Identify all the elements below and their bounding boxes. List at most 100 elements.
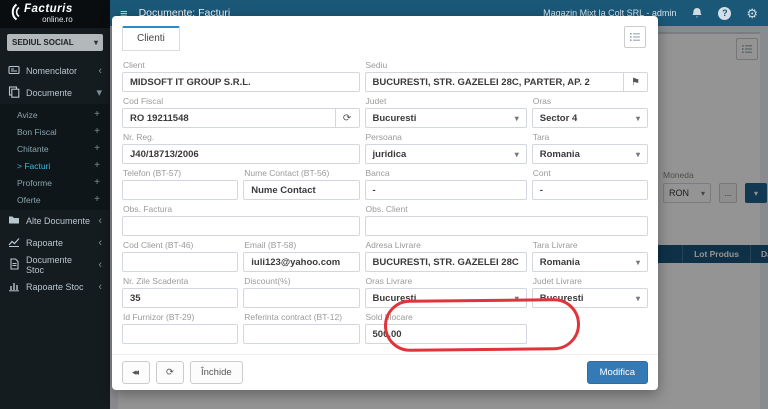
cont-input[interactable]: - xyxy=(532,180,648,200)
sidebar-item-bon-fiscal[interactable]: Bon Fiscal + xyxy=(0,123,110,140)
logo-title: Facturis xyxy=(24,4,73,16)
sidebar-item-chitante[interactable]: Chitante + xyxy=(0,140,110,157)
field-label: Judet xyxy=(366,96,527,106)
oras-select[interactable]: Sector 4▾ xyxy=(532,108,648,128)
chevron-left-icon: ‹ xyxy=(98,66,102,77)
persoana-select[interactable]: juridica▾ xyxy=(365,144,527,164)
field-telefon: Telefon (BT-57) xyxy=(122,165,238,201)
banca-input[interactable]: - xyxy=(365,180,527,200)
help-icon[interactable]: ? xyxy=(718,7,731,20)
modifica-button[interactable]: Modifica xyxy=(587,361,648,384)
folder-icon xyxy=(8,214,20,228)
gear-icon[interactable]: ⚙ xyxy=(746,7,758,20)
company-selector-label: SEDIUL SOCIAL xyxy=(12,38,74,47)
sidebar-item-rapoarte[interactable]: Rapoarte ‹ xyxy=(0,232,110,254)
sidebar-item-nomenclator[interactable]: Nomenclator ‹ xyxy=(0,60,110,82)
plus-icon[interactable]: + xyxy=(94,194,100,205)
field-value: - xyxy=(540,185,543,196)
cod-client-input[interactable] xyxy=(122,252,238,272)
field-banca: Banca - xyxy=(365,165,527,201)
client-input[interactable]: MIDSOFT IT GROUP S.R.L. xyxy=(122,72,360,92)
sediu-input[interactable]: BUCURESTI, STR. GAZELEI 28C, PARTER, AP.… xyxy=(365,72,624,92)
sidebar-item-avize[interactable]: Avize + xyxy=(0,106,110,123)
logo-icon xyxy=(7,3,20,26)
sidebar-item-label: Documente Stoc xyxy=(26,255,92,275)
tara-select[interactable]: Romania▾ xyxy=(532,144,648,164)
field-value: BUCURESTI, STR. GAZELEI 28C xyxy=(373,257,519,268)
sidebar-item-documente-stoc[interactable]: Documente Stoc ‹ xyxy=(0,254,110,276)
tab-clienti[interactable]: Clienti xyxy=(122,26,180,51)
field-nume-contact: Nume Contact (BT-56) Nume Contact xyxy=(243,165,359,201)
bell-icon[interactable] xyxy=(691,7,703,19)
sidebar-item-documente[interactable]: Documente ▾ xyxy=(0,82,110,104)
id-furnizor-input[interactable] xyxy=(122,324,238,344)
oras-livrare-select[interactable]: Bucuresti▾ xyxy=(365,288,527,308)
sync-icon[interactable]: ⟳ xyxy=(336,108,360,128)
refresh-button[interactable]: ⟳ xyxy=(156,361,184,384)
file-icon xyxy=(8,258,20,272)
field-label: Obs. Client xyxy=(366,204,648,214)
close-button[interactable]: Închide xyxy=(190,361,243,384)
sidebar-item-label: Rapoarte Stoc xyxy=(26,282,84,292)
judet-livrare-select[interactable]: Bucuresti▾ xyxy=(532,288,648,308)
field-value: - xyxy=(373,185,376,196)
field-nr-reg: Nr. Reg. J40/18713/2006 xyxy=(122,129,360,165)
field-label: Sold blocare xyxy=(366,312,527,322)
adresa-livrare-input[interactable]: BUCURESTI, STR. GAZELEI 28C xyxy=(365,252,527,272)
sidebar-item-oferte[interactable]: Oferte + xyxy=(0,191,110,208)
field-value: Bucuresti xyxy=(540,293,584,304)
field-value: Nume Contact xyxy=(251,185,315,196)
tara-livrare-select[interactable]: Romania▾ xyxy=(532,252,648,272)
field-value: Sector 4 xyxy=(540,113,578,124)
sold-blocare-input[interactable]: 500.00 xyxy=(365,324,527,344)
sidebar-item-proforme[interactable]: Proforme + xyxy=(0,174,110,191)
judet-select[interactable]: Bucuresti▾ xyxy=(365,108,527,128)
telefon-input[interactable] xyxy=(122,180,238,200)
logo-subtitle: online.ro xyxy=(24,16,73,24)
field-tara: Tara Romania▾ xyxy=(532,129,648,165)
referinta-contract-input[interactable] xyxy=(243,324,359,344)
flag-icon[interactable]: ⚑ xyxy=(624,72,648,92)
field-cod-client: Cod Client (BT-46) xyxy=(122,237,238,273)
plus-icon[interactable]: + xyxy=(94,177,100,188)
field-value: Romania xyxy=(540,149,580,160)
field-label: Persoana xyxy=(366,132,527,142)
field-obs-client: Obs. Client xyxy=(365,201,648,237)
field-label: Client xyxy=(123,60,360,70)
submenu-label: Bon Fiscal xyxy=(17,127,57,137)
field-persoana: Persoana juridica▾ xyxy=(365,129,527,165)
sidebar-item-label: Nomenclator xyxy=(26,66,77,76)
plus-icon[interactable]: + xyxy=(94,160,100,171)
sidebar-item-label: Alte Documente xyxy=(26,216,90,226)
nr-zile-input[interactable]: 35 xyxy=(122,288,238,308)
obs-factura-input[interactable] xyxy=(122,216,360,236)
field-label: Oras Livrare xyxy=(366,276,527,286)
documente-submenu: Avize + Bon Fiscal + Chitante + > Factur… xyxy=(0,104,110,210)
sidebar-item-rapoarte-stoc[interactable]: Rapoarte Stoc ‹ xyxy=(0,276,110,298)
plus-icon[interactable]: + xyxy=(94,143,100,154)
field-label: Nr. Zile Scadenta xyxy=(123,276,238,286)
field-discount: Discount(%) xyxy=(243,273,359,309)
caret-down-icon: ▾ xyxy=(632,258,640,267)
sidebar-item-facturi[interactable]: > Facturi + xyxy=(0,157,110,174)
modal-footer: ◂◂ ⟳ Închide Modifica xyxy=(112,354,658,390)
nume-contact-input[interactable]: Nume Contact xyxy=(243,180,359,200)
back-button[interactable]: ◂◂ xyxy=(122,361,150,384)
client-list-button[interactable] xyxy=(624,26,646,48)
caret-down-icon: ▾ xyxy=(511,294,519,303)
company-selector[interactable]: SEDIUL SOCIAL ▾ xyxy=(7,34,103,51)
nr-reg-input[interactable]: J40/18713/2006 xyxy=(122,144,360,164)
caret-down-icon: ▾ xyxy=(511,114,519,123)
plus-icon[interactable]: + xyxy=(94,126,100,137)
discount-input[interactable] xyxy=(243,288,359,308)
field-label: Nume Contact (BT-56) xyxy=(244,168,359,178)
field-value: J40/18713/2006 xyxy=(130,149,199,160)
plus-icon[interactable]: + xyxy=(94,109,100,120)
chevron-left-icon: ‹ xyxy=(98,216,102,227)
email-input[interactable]: iuli123@yahoo.com xyxy=(243,252,359,272)
sidebar-item-alte-documente[interactable]: Alte Documente ‹ xyxy=(0,210,110,232)
field-sold-blocare: Sold blocare 500.00 xyxy=(365,309,527,345)
obs-client-input[interactable] xyxy=(365,216,648,236)
field-value: 500.00 xyxy=(373,329,402,340)
cod-fiscal-input[interactable]: RO 19211548 xyxy=(122,108,336,128)
